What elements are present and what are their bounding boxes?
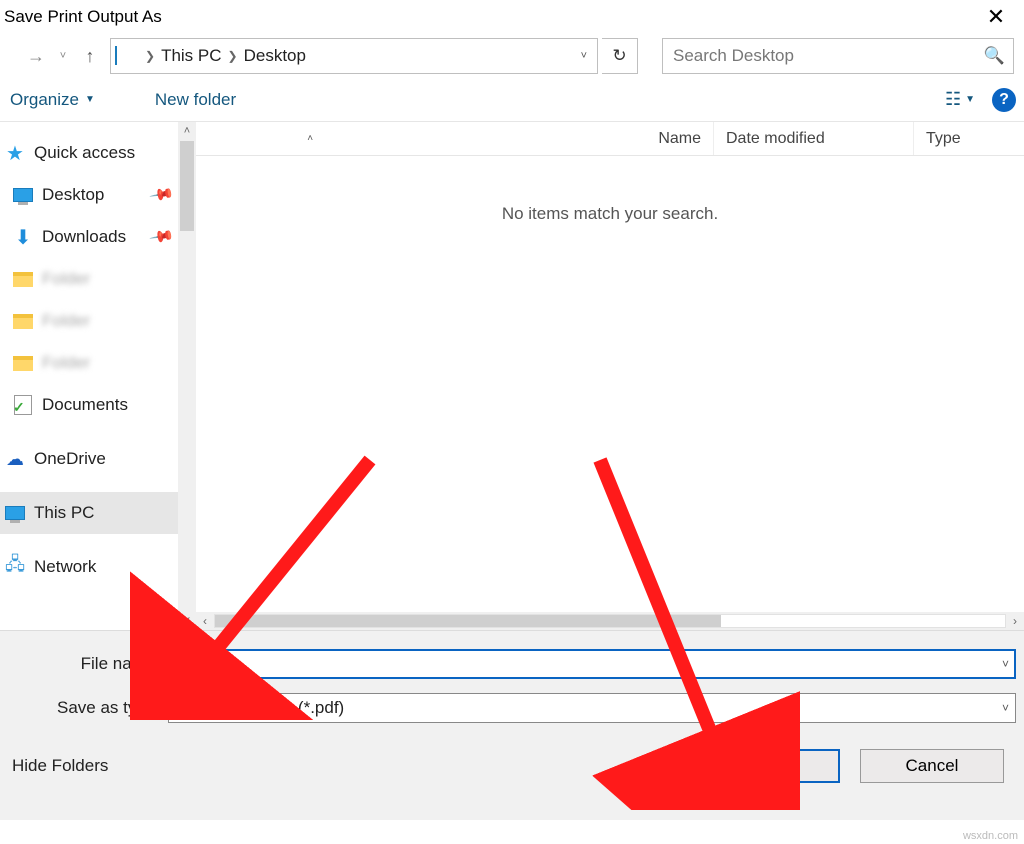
help-icon: ? bbox=[999, 91, 1009, 109]
doc-icon bbox=[12, 394, 34, 416]
up-arrow-icon: ↑ bbox=[86, 46, 95, 67]
sidebar-item-f2[interactable]: Folder bbox=[0, 300, 196, 342]
sidebar-item-f1[interactable]: Folder bbox=[0, 258, 196, 300]
back-button[interactable]: → bbox=[22, 42, 50, 70]
column-type[interactable]: Type bbox=[914, 122, 1024, 155]
pin-icon: 📌 bbox=[148, 181, 176, 209]
search-input[interactable] bbox=[671, 45, 984, 67]
refresh-button[interactable]: ↻ bbox=[602, 38, 638, 74]
sort-asc-icon: ˄ bbox=[307, 133, 313, 144]
sidebar-item-label: Network bbox=[34, 557, 96, 577]
cancel-label: Cancel bbox=[906, 756, 959, 776]
desktop-icon bbox=[12, 184, 34, 206]
column-name-label: Name bbox=[658, 130, 701, 148]
hide-folders-button[interactable]: Hide Folders bbox=[12, 756, 108, 776]
scrollbar-thumb[interactable] bbox=[180, 141, 194, 231]
organize-menu[interactable]: Organize ▼ bbox=[0, 90, 105, 110]
annotation-arrow-save bbox=[560, 440, 800, 810]
toolbar: Organize ▼ New folder ☷ ▼ ? bbox=[0, 78, 1024, 122]
sidebar-item-label: Folder bbox=[42, 311, 90, 331]
back-arrow-icon: → bbox=[27, 46, 45, 67]
folder-icon bbox=[12, 352, 34, 374]
new-folder-button[interactable]: New folder bbox=[145, 90, 246, 110]
sidebar-item-downloads[interactable]: ⬇ Downloads 📌 bbox=[0, 216, 196, 258]
chevron-down-icon: ▼ bbox=[965, 94, 975, 105]
sidebar-item-label: Folder bbox=[42, 353, 90, 373]
column-header-row: ˄ Name Date modified Type bbox=[196, 122, 1024, 156]
view-icon: ☷ bbox=[945, 89, 961, 110]
sidebar-item-label: Desktop bbox=[42, 185, 104, 205]
sidebar-item-label: Folder bbox=[42, 269, 90, 289]
recent-locations-dropdown[interactable]: ˅ bbox=[54, 42, 72, 70]
organize-label: Organize bbox=[10, 90, 79, 110]
window-title: Save Print Output As bbox=[0, 7, 162, 27]
sidebar-item-label: Downloads bbox=[42, 227, 126, 247]
folder-icon bbox=[12, 268, 34, 290]
new-folder-label: New folder bbox=[155, 90, 236, 110]
breadcrumb-thispc[interactable]: This PC bbox=[161, 46, 221, 66]
scroll-right-icon[interactable]: › bbox=[1006, 614, 1024, 628]
sidebar-item-desktop[interactable]: Desktop 📌 bbox=[0, 174, 196, 216]
sidebar-item-f3[interactable]: Folder bbox=[0, 342, 196, 384]
column-date-label: Date modified bbox=[726, 130, 825, 148]
search-icon: 🔍 bbox=[984, 46, 1005, 66]
sidebar-item-label: This PC bbox=[34, 503, 94, 523]
empty-message: No items match your search. bbox=[196, 204, 1024, 224]
sidebar-item-label: OneDrive bbox=[34, 449, 106, 469]
title-bar: Save Print Output As ✕ bbox=[0, 0, 1024, 34]
star-icon: ★ bbox=[4, 142, 26, 164]
chevron-down-icon[interactable]: ˅ bbox=[1002, 701, 1009, 715]
sidebar-item-label: Documents bbox=[42, 395, 128, 415]
down-icon: ⬇ bbox=[12, 226, 34, 248]
sidebar-item-quick-access[interactable]: ★ Quick access bbox=[0, 132, 196, 174]
watermark: wsxdn.com bbox=[963, 830, 1018, 842]
column-type-label: Type bbox=[926, 130, 961, 148]
help-button[interactable]: ? bbox=[992, 88, 1016, 112]
monitor-icon bbox=[4, 502, 26, 524]
button-row: Hide Folders Save Cancel bbox=[8, 749, 1016, 783]
sidebar-item-label: Quick access bbox=[34, 143, 135, 163]
net-icon: 🖧 bbox=[4, 556, 26, 578]
column-name[interactable]: ˄ Name bbox=[196, 122, 714, 155]
address-bar[interactable]: ❯ This PC ❯ Desktop ˅ bbox=[110, 38, 598, 74]
close-button[interactable]: ✕ bbox=[974, 4, 1018, 30]
up-button[interactable]: ↑ bbox=[76, 42, 104, 70]
hide-folders-label: Hide Folders bbox=[12, 756, 108, 775]
nav-row: → ˅ ↑ ❯ This PC ❯ Desktop ˅ ↻ 🔍 bbox=[0, 34, 1024, 78]
breadcrumb-sep-icon: ❯ bbox=[224, 49, 242, 63]
pin-icon: 📌 bbox=[148, 223, 176, 251]
folder-icon bbox=[12, 310, 34, 332]
column-date[interactable]: Date modified bbox=[714, 122, 914, 155]
annotation-arrow-filename bbox=[130, 440, 390, 720]
breadcrumb-sep-icon: ❯ bbox=[141, 49, 159, 63]
chevron-down-icon: ▼ bbox=[85, 94, 95, 105]
address-history-dropdown[interactable]: ˅ bbox=[575, 50, 593, 62]
pc-icon bbox=[115, 47, 139, 65]
sidebar-item-documents[interactable]: Documents bbox=[0, 384, 196, 426]
scroll-up-icon[interactable]: ˄ bbox=[178, 122, 196, 140]
view-options-button[interactable]: ☷ ▼ bbox=[940, 86, 980, 114]
search-box[interactable]: 🔍 bbox=[662, 38, 1014, 74]
chevron-down-icon[interactable]: ˅ bbox=[1002, 657, 1009, 671]
breadcrumb-desktop[interactable]: Desktop bbox=[244, 46, 306, 66]
cloud-icon: ☁ bbox=[4, 448, 26, 470]
cancel-button[interactable]: Cancel bbox=[860, 749, 1004, 783]
refresh-icon: ↻ bbox=[612, 46, 626, 66]
